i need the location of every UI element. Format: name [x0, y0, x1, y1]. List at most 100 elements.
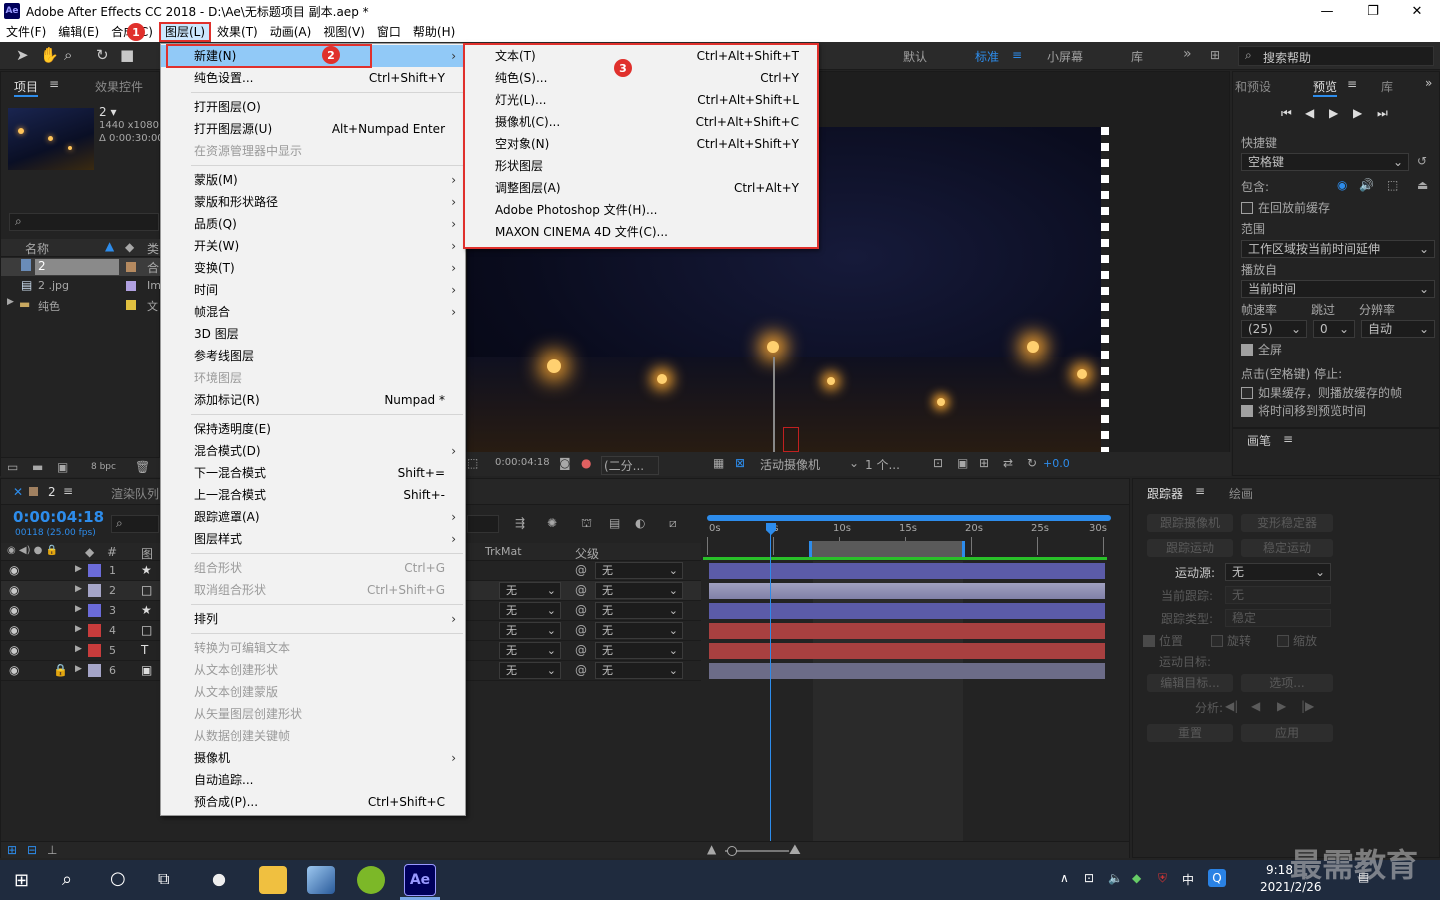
layer-menu-item[interactable]: 上一混合模式 Shift+-: [161, 484, 465, 506]
tab-brush[interactable]: 画笔: [1247, 432, 1271, 449]
zoom-out-icon[interactable]: ▲: [707, 842, 716, 856]
view-layout-select[interactable]: 1 个...: [865, 456, 900, 473]
menu-window[interactable]: 窗口: [371, 22, 407, 42]
tab-paint[interactable]: 绘画: [1229, 485, 1253, 502]
search-help-field[interactable]: ⌕ 搜索帮助: [1238, 46, 1434, 66]
parent-select[interactable]: 无 ⌄: [595, 582, 683, 599]
minimize-button[interactable]: —: [1304, 0, 1350, 22]
chevron-down-icon[interactable]: ⌄: [849, 456, 859, 470]
first-frame-icon[interactable]: ⏮: [1281, 106, 1292, 121]
layer-label-swatch[interactable]: [88, 664, 101, 677]
stabilize-motion-button[interactable]: 稳定运动: [1241, 539, 1333, 557]
workspace-menu-icon[interactable]: ≡: [1012, 48, 1022, 62]
layer-expand-icon[interactable]: ▶: [75, 564, 82, 574]
workspace-small-screen[interactable]: 小屏幕: [1047, 48, 1083, 65]
delete-icon[interactable]: 🗑: [135, 460, 150, 474]
visibility-eye-icon[interactable]: ◉: [9, 623, 19, 637]
tab-library[interactable]: 库: [1381, 78, 1393, 95]
network-icon[interactable]: ⊡: [1084, 871, 1094, 885]
warp-stabilizer-button[interactable]: 变形稳定器: [1241, 514, 1333, 532]
transparency-grid-icon[interactable]: ▦: [713, 456, 724, 470]
after-effects-taskbar-icon[interactable]: Ae: [404, 864, 436, 896]
next-frame-icon[interactable]: ▶: [1353, 106, 1362, 120]
layer-duration-bar[interactable]: [709, 663, 1105, 679]
layer-menu-item[interactable]: 3D 图层: [161, 323, 465, 345]
workspace-standard[interactable]: 标准: [975, 48, 999, 65]
maximize-button[interactable]: ❐: [1350, 0, 1396, 22]
qq-icon[interactable]: Q: [1208, 869, 1226, 887]
layer-menu-item[interactable]: 从矢量图层创建形状: [161, 703, 465, 725]
layer-menu-item[interactable]: 组合形状 Ctrl+G: [161, 557, 465, 579]
layer-expand-icon[interactable]: ▶: [75, 604, 82, 614]
project-item-row[interactable]: 2 合: [1, 258, 161, 276]
rotation-checkbox[interactable]: [1211, 635, 1223, 647]
visibility-eye-icon[interactable]: ◉: [9, 563, 19, 577]
current-time-indicator[interactable]: [770, 523, 771, 841]
project-item-row[interactable]: ▶ ▬ 纯色 文: [1, 296, 161, 314]
range-select[interactable]: 工作区域按当前时间延伸 ⌄: [1241, 240, 1435, 258]
layer-expand-icon[interactable]: ▶: [75, 624, 82, 634]
layer-menu-item[interactable]: 在资源管理器中显示: [161, 140, 465, 162]
tab-project-menu-icon[interactable]: ≡: [49, 77, 59, 91]
layer-label-swatch[interactable]: [88, 644, 101, 657]
layer-menu-item[interactable]: 变换(T) ›: [161, 257, 465, 279]
notepad-app-icon[interactable]: [307, 866, 335, 894]
layer-duration-bar[interactable]: [709, 563, 1105, 579]
layer-menu-item[interactable]: 帧混合 ›: [161, 301, 465, 323]
graph-editor-icon[interactable]: ⧄: [669, 516, 677, 531]
file-explorer-icon[interactable]: [259, 866, 287, 894]
analyze-back-frame-icon[interactable]: ◀|: [1225, 699, 1238, 713]
last-frame-icon[interactable]: ⏭: [1377, 106, 1388, 121]
timeline-search-input[interactable]: ⌕: [111, 515, 159, 533]
parent-select[interactable]: 无 ⌄: [595, 642, 683, 659]
lock-icon[interactable]: 🔒: [53, 663, 68, 677]
windows-start-icon[interactable]: ⊞: [14, 870, 29, 891]
layer-menu-item[interactable]: 保持透明度(E): [161, 418, 465, 440]
panel-more-icon[interactable]: »: [1425, 76, 1432, 90]
fullscreen-checkbox[interactable]: [1241, 344, 1253, 356]
flowchart-icon[interactable]: ⇄: [1003, 456, 1013, 470]
layer-expand-icon[interactable]: ▶: [75, 664, 82, 674]
trkmat-select[interactable]: 无 ⌄: [499, 602, 561, 619]
layer-menu-item[interactable]: 下一混合模式 Shift+=: [161, 462, 465, 484]
layer-menu-item[interactable]: 参考线图层: [161, 345, 465, 367]
parent-select[interactable]: 无 ⌄: [595, 622, 683, 639]
col-source[interactable]: 图: [141, 545, 153, 562]
tab-effect-controls[interactable]: 效果控件: [95, 78, 143, 95]
track-motion-button[interactable]: 跟踪运动: [1147, 539, 1233, 557]
layer-menu-item[interactable]: 混合模式(D) ›: [161, 440, 465, 462]
timeline-search-input-right[interactable]: [467, 515, 499, 533]
viewer-timecode[interactable]: 0:00:04:18: [495, 457, 550, 468]
snapshot-icon[interactable]: ◙: [559, 456, 571, 470]
tab-effects-presets[interactable]: 和预设: [1235, 78, 1271, 95]
layer-menu-item[interactable]: 从数据创建关键帧: [161, 725, 465, 747]
hand-tool-icon[interactable]: ✋: [40, 46, 59, 64]
layer-menu-item[interactable]: 图层样式 ›: [161, 528, 465, 550]
layer-label-swatch[interactable]: [88, 564, 101, 577]
work-area-bar[interactable]: [707, 515, 1111, 521]
trkmat-select[interactable]: 无 ⌄: [499, 622, 561, 639]
fast-preview-icon[interactable]: ▣: [957, 456, 968, 470]
rotate-tool-icon[interactable]: ↻: [96, 46, 109, 64]
layer-menu-item[interactable]: 品质(Q) ›: [161, 213, 465, 235]
parent-select[interactable]: 无 ⌄: [595, 662, 683, 679]
layer-menu-item[interactable]: 取消组合形状 Ctrl+Shift+G: [161, 579, 465, 601]
sync-settings-icon[interactable]: ⊞: [1210, 48, 1220, 62]
track-camera-button[interactable]: 跟踪摄像机: [1147, 514, 1233, 532]
analyze-forward-frame-icon[interactable]: |▶: [1301, 699, 1314, 713]
options-button[interactable]: 选项...: [1241, 674, 1333, 692]
layer-expand-icon[interactable]: ▶: [75, 644, 82, 654]
pickwhip-icon[interactable]: @: [575, 623, 587, 637]
apply-button[interactable]: 应用: [1241, 724, 1333, 742]
layer-label-swatch[interactable]: [88, 584, 101, 597]
video-include-icon[interactable]: ◉: [1337, 178, 1347, 192]
shortcut-select[interactable]: 空格键 ⌄: [1241, 153, 1409, 171]
trkmat-select[interactable]: 无 ⌄: [499, 582, 561, 599]
layer-duration-bar[interactable]: [709, 603, 1105, 619]
frame-blending-icon[interactable]: ▤: [609, 516, 620, 530]
interpret-footage-icon[interactable]: ▭: [7, 460, 18, 474]
task-view-icon[interactable]: ⧉: [158, 869, 169, 889]
tray-chevron-icon[interactable]: ∧: [1060, 871, 1069, 885]
pickwhip-icon[interactable]: @: [575, 663, 587, 677]
comp-mini-flowchart-icon[interactable]: ⇶: [515, 516, 525, 530]
